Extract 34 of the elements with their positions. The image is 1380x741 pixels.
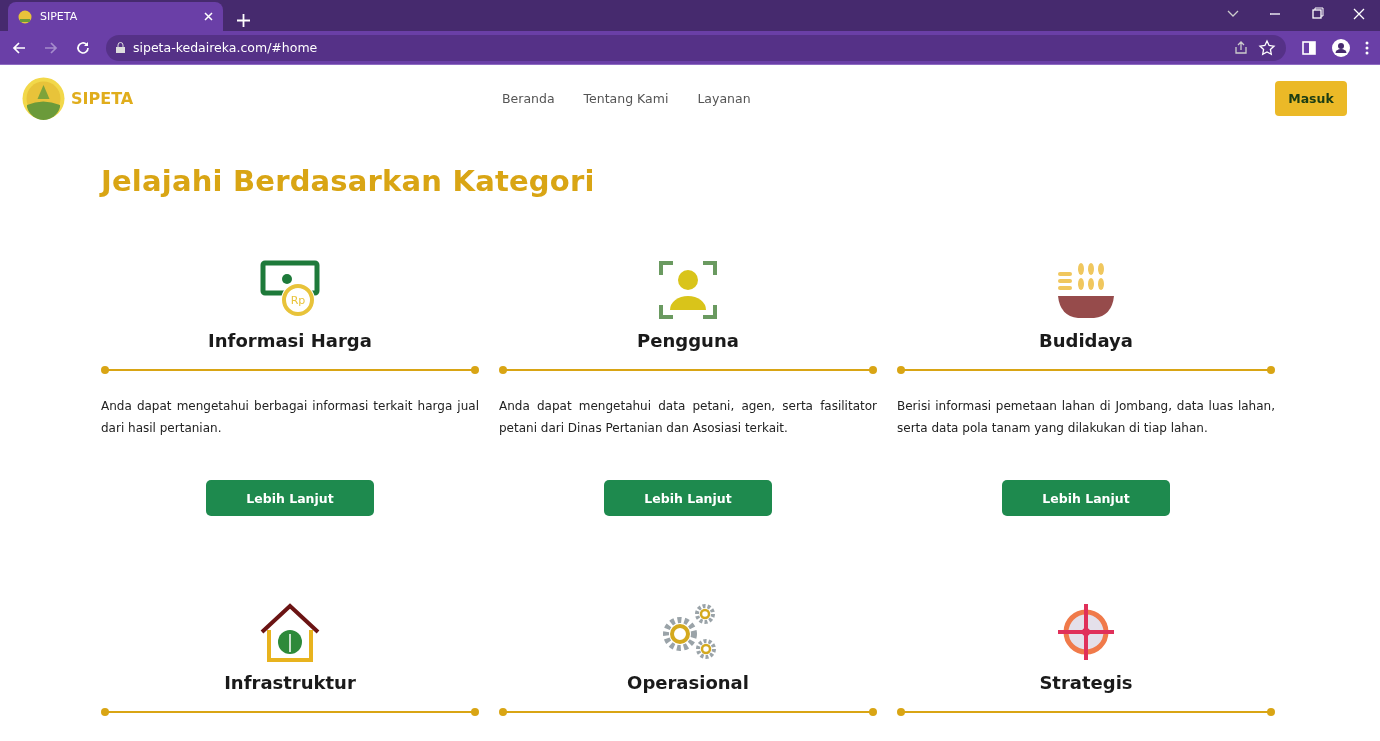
category-description: Anda dapat mengetahui data petani, agen, serta fasilitator petani dari Dinas Pertanian dan Asosiasi terkait.	[499, 398, 877, 437]
url-text: sipeta-kedaireka.com/#home	[133, 40, 319, 55]
category-description: Berisi informasi pemetaan lahan di Jombang, data luas lahan, serta data pola tanam yang dilakukan di tiap lahan.	[897, 398, 1275, 437]
nav-link[interactable]: Beranda	[502, 91, 555, 106]
tab-title: SIPETA	[40, 10, 79, 23]
target-icon	[1056, 602, 1116, 662]
category-title: Infrastruktur	[224, 672, 356, 695]
logo-icon	[18, 9, 32, 24]
lock-icon	[116, 42, 125, 53]
browser-tab[interactable]: SIPETA	[8, 2, 223, 31]
new-tab-icon[interactable]	[237, 14, 250, 27]
nav-link[interactable]: Tentang Kami	[583, 91, 669, 106]
section-title: Jelajahi Berdasarkan Kategori	[101, 164, 596, 198]
profile-icon[interactable]	[1332, 38, 1350, 57]
more-button[interactable]: Lebih Lanjut	[604, 480, 772, 516]
category-description: Anda dapat mengetahui berbagai informasi terkait harga jual dari hasil pertanian.	[101, 398, 479, 437]
nav-link[interactable]: Layanan	[697, 91, 751, 106]
category-title: Strategis	[1039, 672, 1133, 695]
house-leaf-icon	[260, 602, 320, 662]
more-button[interactable]: Lebih Lanjut	[206, 480, 374, 516]
category-title: Operasional	[627, 672, 749, 695]
address-bar[interactable]: sipeta-kedaireka.com/#home	[106, 34, 1286, 61]
more-button[interactable]: Lebih Lanjut	[1002, 480, 1170, 516]
category-title: Pengguna	[637, 330, 739, 353]
close-icon[interactable]	[204, 12, 213, 21]
logo-icon	[22, 77, 65, 120]
grain-bowl-icon	[1056, 260, 1116, 320]
side-panel-icon[interactable]	[1300, 38, 1318, 57]
logo-text: SIPETA	[71, 89, 134, 108]
category-title: Informasi Harga	[208, 330, 372, 353]
user-icon	[658, 260, 718, 320]
category-title: Budidaya	[1039, 330, 1133, 353]
login-button[interactable]: Masuk	[1275, 81, 1347, 116]
star-icon[interactable]	[1258, 38, 1276, 57]
